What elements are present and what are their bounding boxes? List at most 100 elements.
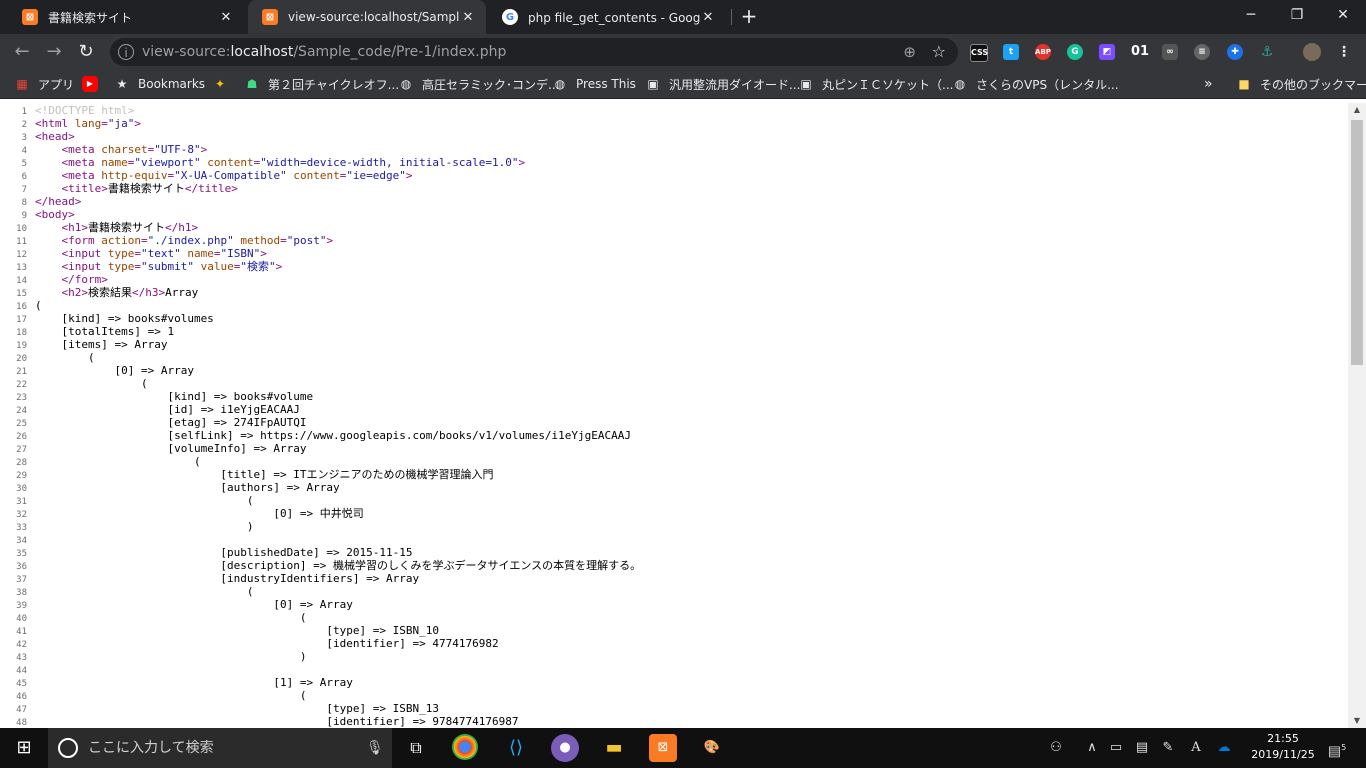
- back-button[interactable]: ←: [10, 40, 34, 64]
- source-line: 48 [identifier] => 9784774176987: [0, 715, 518, 728]
- bookmark-apps[interactable]: ▦ アプリ: [14, 70, 74, 98]
- vertical-scrollbar[interactable]: ▲ ▼: [1348, 103, 1366, 728]
- zoom-icon[interactable]: ⊕: [903, 43, 916, 61]
- close-window-button[interactable]: ✕: [1320, 0, 1366, 30]
- chevron-up-icon[interactable]: ∧: [1084, 740, 1100, 756]
- pen-icon[interactable]: ✎: [1158, 740, 1178, 756]
- plug-extension-icon[interactable]: ✚: [1227, 44, 1243, 60]
- chip-icon: ▣: [647, 77, 659, 91]
- bookmark-diode[interactable]: ▣ 汎用整流用ダイオード...: [645, 70, 800, 98]
- forward-button[interactable]: →: [42, 40, 66, 64]
- binary-extension-icon[interactable]: 01: [1130, 44, 1150, 60]
- source-token: [35, 156, 62, 169]
- source-token: [volumeInfo] => Array: [35, 442, 307, 455]
- source-token: =: [101, 117, 108, 130]
- bookmarks-overflow-button[interactable]: »: [1204, 70, 1213, 98]
- bookmark-ceramic-capacitor[interactable]: ◍ 高圧セラミック･コンデ...: [398, 70, 560, 98]
- people-icon[interactable]: ⚇: [1046, 740, 1066, 756]
- display-icon[interactable]: ▤: [1132, 740, 1152, 756]
- tab-view-source[interactable]: ⊠ view-source:localhost/Sample_co ✕: [248, 0, 486, 34]
- source-token: [1] => Array: [35, 676, 353, 689]
- source-token: 書籍検索サイト: [107, 182, 185, 195]
- source-line: 41 [type] => ISBN_10: [0, 624, 439, 637]
- source-token: ): [35, 650, 307, 663]
- source-line: 11 <form action="./index.php" method="po…: [0, 234, 333, 247]
- tree-extension-icon[interactable]: ⚓: [1259, 44, 1275, 60]
- bookmark-sakura-vps[interactable]: ◍ さくらのVPS（レンタル...: [952, 70, 1119, 98]
- source-token: "text": [140, 247, 181, 260]
- adblock-extension-icon[interactable]: ABP: [1035, 44, 1051, 60]
- onedrive-icon[interactable]: ☁: [1214, 740, 1234, 756]
- twitter-extension-icon[interactable]: t: [1003, 44, 1019, 60]
- globe-icon: ◍: [954, 77, 966, 91]
- source-token: (: [35, 611, 307, 624]
- chrome-icon[interactable]: [452, 734, 478, 760]
- app-icon[interactable]: ●: [551, 734, 579, 762]
- maximize-button[interactable]: ❐: [1274, 0, 1320, 30]
- bookmark-bookmarks[interactable]: ★ Bookmarks: [114, 70, 205, 98]
- close-icon[interactable]: ✕: [460, 10, 476, 25]
- new-tab-button[interactable]: +: [738, 5, 760, 27]
- folder-icon: ■: [1238, 77, 1250, 91]
- bookmark-star-icon[interactable]: ☆: [932, 42, 946, 61]
- bookmark-press-this[interactable]: ◍ Press This: [552, 70, 636, 98]
- xampp-icon[interactable]: ⊠: [649, 734, 677, 762]
- vscode-icon[interactable]: ⟨⟩: [502, 734, 530, 762]
- bookmark-ic-socket[interactable]: ▣ 丸ピンＩＣソケット（...: [798, 70, 953, 98]
- task-view-icon[interactable]: ⧉: [402, 734, 430, 762]
- source-token: >: [275, 260, 283, 273]
- source-token: [kind] => books#volume: [35, 390, 314, 403]
- taskbar-search-box[interactable]: ここに入力して検索 🎙: [48, 728, 392, 768]
- bookmark-other[interactable]: ■ その他のブックマーク: [1236, 70, 1366, 98]
- chat-extension-icon[interactable]: ≡: [1194, 44, 1210, 60]
- source-token: </form>: [61, 273, 108, 286]
- tab-google-search[interactable]: G php file_get_contents - Google 検 ✕: [488, 0, 726, 34]
- css-extension-icon[interactable]: CSS: [970, 44, 988, 62]
- scroll-up-icon[interactable]: ▲: [1348, 103, 1366, 117]
- info-icon[interactable]: i: [118, 44, 134, 60]
- notification-center-icon[interactable]: ▤5: [1326, 740, 1348, 760]
- microphone-icon[interactable]: 🎙: [366, 728, 384, 768]
- bookmark-colorful[interactable]: ✦: [212, 70, 236, 98]
- explorer-icon[interactable]: ▬: [600, 734, 628, 762]
- camera-extension-icon[interactable]: ∞: [1162, 44, 1178, 60]
- bookmark-chaikure[interactable]: ☗ 第２回チャイクレオフ...: [244, 70, 399, 98]
- tab-book-search[interactable]: ⊠ 書籍検索サイト ✕: [8, 0, 244, 34]
- page-source-view[interactable]: 1 <!DOCTYPE html> 2 <html lang="ja"> 3 <head>…: [0, 103, 1348, 728]
- source-token: [identifier] => 9784774176987: [35, 715, 519, 728]
- source-token: "submit": [140, 260, 194, 273]
- windows-start-icon[interactable]: ⊞: [10, 734, 38, 762]
- color-picker-extension-icon[interactable]: ◩: [1099, 44, 1115, 60]
- scrollbar-thumb[interactable]: [1351, 120, 1363, 365]
- battery-icon[interactable]: ▭: [1106, 740, 1126, 756]
- url-text[interactable]: view-source:localhost/Sample_code/Pre-1/…: [142, 44, 506, 60]
- source-token: <!DOCTYPE html>: [35, 104, 135, 117]
- close-icon[interactable]: ✕: [700, 10, 716, 25]
- tab-strip: ⊠ 書籍検索サイト ✕ ⊠ view-source:localhost/Samp…: [0, 0, 1366, 34]
- reload-button[interactable]: ↻: [74, 40, 98, 64]
- paint-icon[interactable]: 🎨: [698, 734, 726, 762]
- bookmark-youtube[interactable]: ▶: [82, 70, 106, 98]
- scroll-down-icon[interactable]: ▼: [1348, 714, 1366, 728]
- source-token: </title>: [184, 182, 238, 195]
- address-bar[interactable]: i view-source:localhost/Sample_code/Pre-…: [110, 38, 958, 66]
- source-token: "ja": [107, 117, 135, 130]
- taskbar-clock[interactable]: 21:55 2019/11/25: [1246, 731, 1320, 763]
- colorful-icon: ✦: [214, 77, 226, 91]
- source-line: 43 ): [0, 650, 307, 663]
- menu-icon[interactable]: ⋮: [1336, 44, 1352, 60]
- ime-icon[interactable]: A: [1188, 740, 1204, 756]
- source-token: >: [518, 156, 526, 169]
- source-token: <title>: [61, 182, 108, 195]
- grammarly-extension-icon[interactable]: G: [1067, 44, 1083, 60]
- close-icon[interactable]: ✕: [218, 10, 234, 25]
- bookmark-label: 高圧セラミック･コンデ...: [422, 77, 560, 92]
- source-token: (: [35, 585, 254, 598]
- profile-avatar[interactable]: [1303, 43, 1321, 61]
- source-line: 33 ): [0, 520, 253, 533]
- source-line: 45 [1] => Array: [0, 676, 353, 689]
- source-token: "X-UA-Compatible": [174, 169, 287, 182]
- source-line: 25 [etag] => 274IFpAUTQI: [0, 416, 306, 429]
- source-token: name: [187, 247, 214, 260]
- minimize-button[interactable]: ─: [1228, 0, 1274, 30]
